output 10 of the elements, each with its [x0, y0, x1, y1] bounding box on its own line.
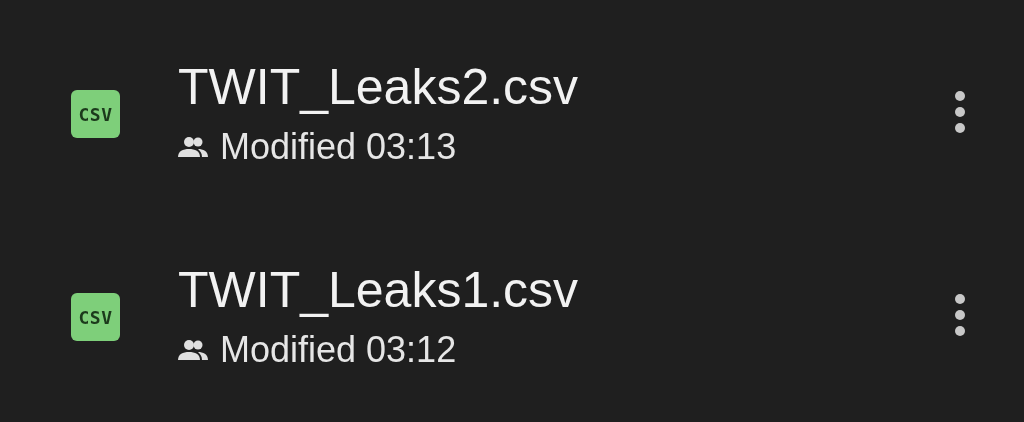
modified-time: Modified 03:13	[220, 125, 457, 169]
csv-file-badge: CSV	[71, 90, 120, 138]
people-icon	[178, 339, 208, 361]
more-vertical-icon	[955, 91, 965, 133]
file-name: TWIT_Leaks1.csv	[178, 261, 579, 320]
more-vertical-icon	[955, 294, 965, 336]
modified-time: Modified 03:12	[220, 328, 457, 372]
people-icon	[178, 136, 208, 158]
csv-file-badge: CSV	[71, 293, 120, 341]
file-name: TWIT_Leaks2.csv	[178, 58, 579, 117]
